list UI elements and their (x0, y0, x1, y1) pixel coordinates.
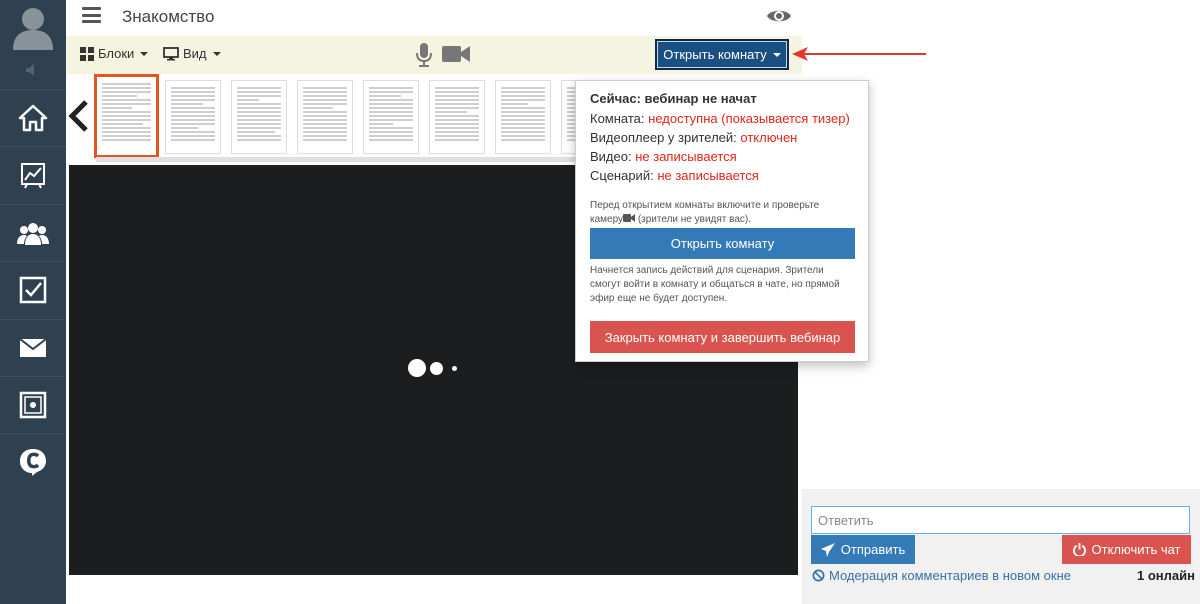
slide-thumbnail[interactable] (429, 80, 485, 154)
slide-thumbnail[interactable] (231, 80, 287, 154)
annotation-arrow-icon (792, 47, 926, 61)
moderation-link[interactable]: Модерация комментариев в новом окне (812, 568, 1071, 583)
nav-tasks[interactable] (0, 261, 66, 318)
slide-thumbnail[interactable] (297, 80, 353, 154)
online-count: 1 онлайн (1137, 568, 1195, 583)
open-room-button[interactable]: Открыть комнату (590, 228, 855, 259)
player-status-value: отключен (740, 130, 798, 145)
slide-thumbnail[interactable] (165, 80, 221, 154)
close-room-button[interactable]: Закрыть комнату и завершить вебинар (590, 321, 855, 353)
chevron-down-icon (212, 51, 221, 56)
nav-chat-service[interactable] (0, 433, 66, 490)
grid-icon (80, 46, 94, 61)
room-status-row: Комната: недоступна (показывается тизер) (590, 111, 854, 126)
room-status-label: Комната: (590, 111, 645, 126)
eye-icon[interactable] (766, 7, 792, 30)
slide-thumbnail[interactable] (363, 80, 419, 154)
send-label: Отправить (840, 542, 906, 557)
scenario-status-label: Сценарий: (590, 168, 654, 183)
blocks-label: Блоки (98, 46, 135, 61)
player-status-row: Видеоплеер у зрителей: отключен (590, 130, 854, 145)
moderation-label: Модерация комментариев в новом окне (829, 568, 1071, 583)
camera-icon (623, 214, 636, 222)
blocks-dropdown[interactable]: Блоки (80, 46, 149, 61)
page-header: Знакомство (66, 0, 802, 36)
view-dropdown[interactable]: Вид (163, 46, 221, 61)
chart-icon (21, 163, 45, 189)
mail-icon (19, 338, 47, 357)
chat-panel: Отправить Отключить чат Модерация коммен… (802, 489, 1200, 604)
checkbox-icon (19, 276, 47, 304)
chevron-left-icon[interactable] (68, 100, 90, 137)
slide-thumbnail[interactable] (495, 80, 551, 154)
nav-statistics[interactable] (0, 146, 66, 203)
users-icon (17, 223, 49, 245)
video-status-value: не записывается (635, 149, 737, 164)
sound-icon[interactable] (24, 63, 40, 82)
avatar[interactable] (0, 0, 66, 54)
video-status-label: Видео: (590, 149, 632, 164)
reply-input[interactable] (811, 506, 1190, 534)
video-status-row: Видео: не записывается (590, 149, 854, 164)
camera-check-note: Перед открытием комнаты включите и прове… (590, 199, 855, 227)
toolbar: Блоки Вид Открыть комнату (66, 36, 802, 74)
view-label: Вид (183, 46, 207, 61)
chevron-down-icon (772, 52, 781, 57)
nav-users[interactable] (0, 204, 66, 261)
disable-chat-button[interactable]: Отключить чат (1062, 535, 1191, 564)
sidebar (0, 0, 66, 604)
microphone-icon[interactable] (416, 42, 432, 73)
ban-icon (812, 569, 825, 582)
scenario-status-value: не записывается (657, 168, 759, 183)
disable-chat-label: Отключить чат (1091, 542, 1181, 557)
nav-home[interactable] (0, 89, 66, 146)
room-status-popup: Сейчас: вебинар не начат Комната: недост… (575, 80, 869, 362)
slide-thumbnail[interactable] (94, 74, 159, 158)
nav-mail[interactable] (0, 319, 66, 376)
open-room-dropdown-button[interactable]: Открыть комнату (655, 39, 789, 70)
send-icon (820, 542, 835, 557)
send-button[interactable]: Отправить (811, 535, 915, 564)
page-title: Знакомство (122, 7, 215, 26)
webinar-status: Сейчас: вебинар не начат (590, 91, 757, 106)
menu-toggle-icon[interactable] (82, 7, 101, 23)
player-status-label: Видеоплеер у зрителей: (590, 130, 737, 145)
home-icon (18, 104, 48, 132)
chat-logo-icon (20, 449, 46, 476)
nav-safe[interactable] (0, 376, 66, 433)
avatar-icon (13, 8, 53, 50)
power-icon (1072, 543, 1086, 556)
open-room-label: Открыть комнату (663, 47, 767, 62)
camera-check-text-end: (зрители не увидят вас). (637, 214, 752, 225)
camera-icon[interactable] (442, 45, 470, 68)
chevron-down-icon (140, 51, 149, 56)
scenario-status-row: Сценарий: не записывается (590, 168, 854, 183)
loading-indicator (408, 359, 457, 377)
recording-note: Начнется запись действий для сценария. З… (590, 265, 840, 304)
monitor-icon (163, 46, 179, 60)
safe-icon (19, 391, 47, 419)
room-status-value: недоступна (показывается тизер) (648, 111, 850, 126)
